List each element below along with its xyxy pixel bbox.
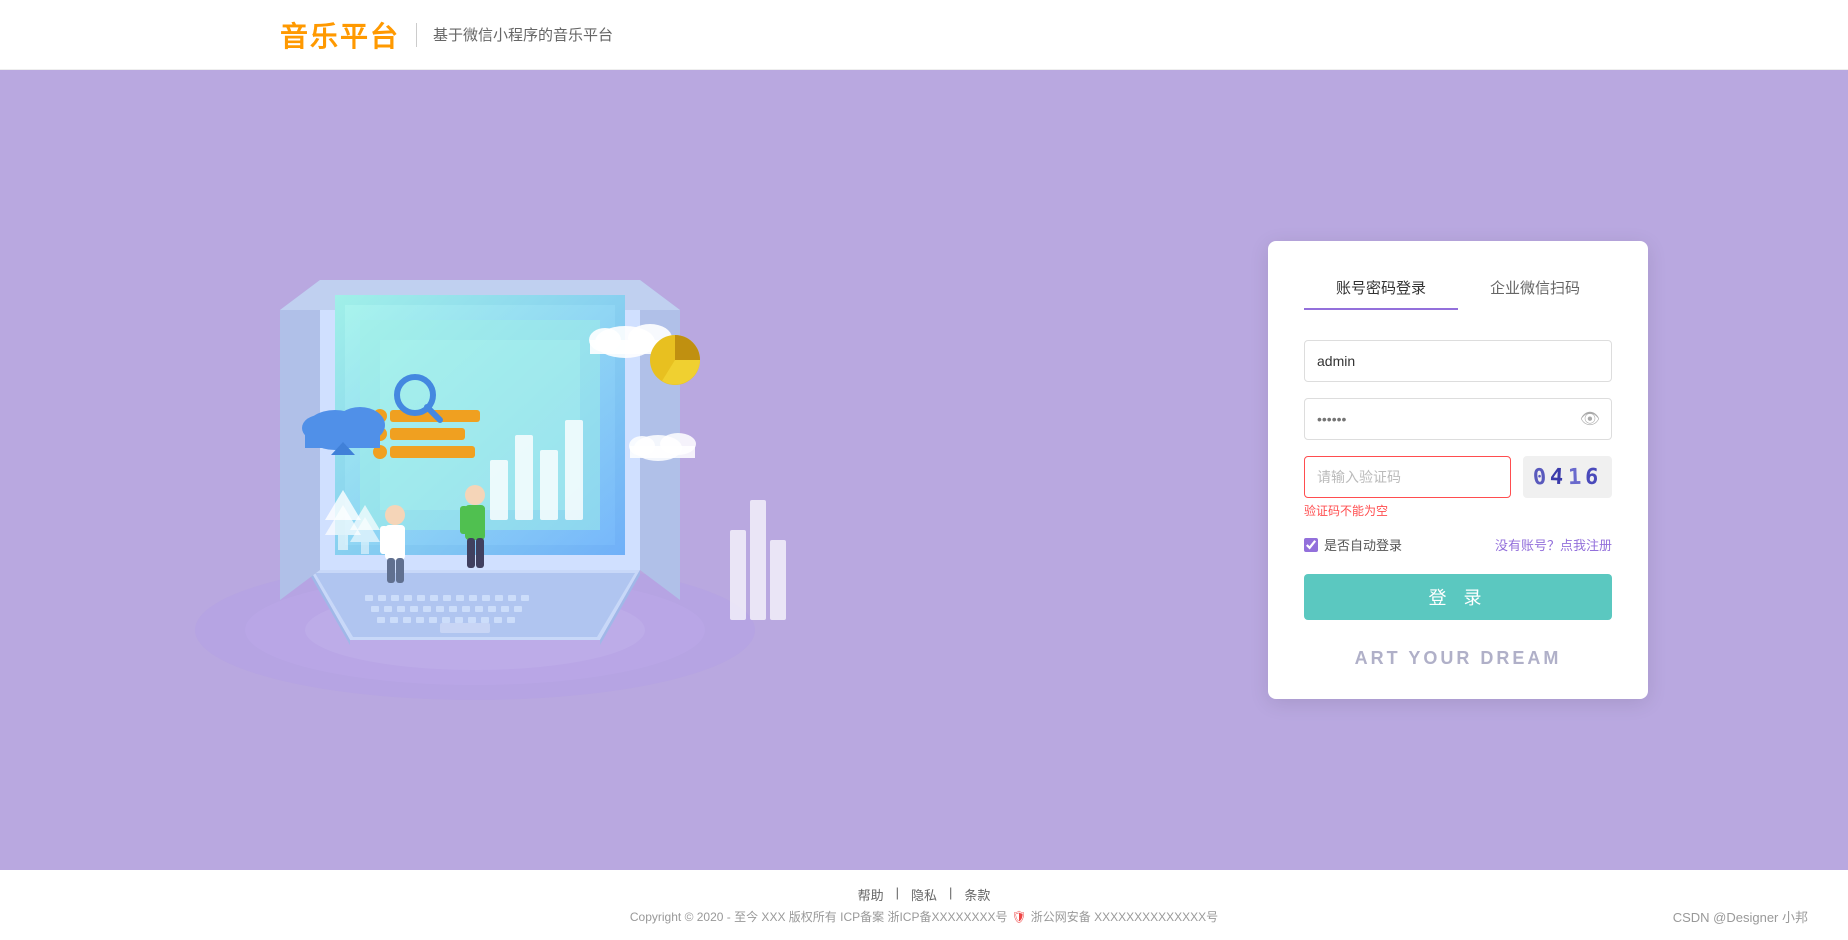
security-text: 浙公网安备 XXXXXXXXXXXXXX号	[1031, 908, 1218, 925]
auto-login-checkbox[interactable]	[1304, 538, 1318, 552]
options-row: 是否自动登录 没有账号？点我注册	[1304, 535, 1612, 554]
captcha-group: 0416 验证码不能为空	[1304, 456, 1612, 519]
footer-privacy[interactable]: 隐私	[911, 885, 937, 904]
tab-wechat[interactable]: 企业微信扫码	[1458, 277, 1612, 310]
footer: 帮助 | 隐私 | 条款 Copyright © 2020 - 至今 XXX 版…	[0, 870, 1848, 940]
security-icon: 🛡	[1012, 910, 1027, 924]
art-dream-text: ART YOUR DREAM	[1304, 648, 1612, 669]
captcha-row: 0416	[1304, 456, 1612, 498]
password-input[interactable]	[1304, 398, 1612, 440]
footer-sep1: |	[896, 885, 899, 904]
username-input[interactable]	[1304, 340, 1612, 382]
main-area: 账号密码登录 企业微信扫码 👁 0416 验证码不能为空	[0, 70, 1848, 870]
illustration	[150, 180, 800, 760]
tab-account[interactable]: 账号密码登录	[1304, 277, 1458, 310]
login-tabs: 账号密码登录 企业微信扫码	[1304, 277, 1612, 310]
footer-designer: CSDN @Designer 小邦	[1673, 907, 1808, 926]
header-divider	[416, 23, 417, 47]
footer-copyright: Copyright © 2020 - 至今 XXX 版权所有 ICP备案 浙IC…	[630, 908, 1218, 925]
footer-help[interactable]: 帮助	[858, 885, 884, 904]
eye-icon[interactable]: 👁	[1580, 409, 1600, 429]
captcha-image[interactable]: 0416	[1523, 456, 1612, 498]
captcha-digits: 0416	[1533, 465, 1602, 490]
footer-links: 帮助 | 隐私 | 条款	[858, 885, 991, 904]
register-link[interactable]: 没有账号？点我注册	[1495, 535, 1612, 554]
captcha-input[interactable]	[1304, 456, 1511, 498]
login-card: 账号密码登录 企业微信扫码 👁 0416 验证码不能为空	[1268, 241, 1648, 699]
password-group: 👁	[1304, 398, 1612, 440]
auto-login-label[interactable]: 是否自动登录	[1304, 535, 1402, 554]
login-button[interactable]: 登 录	[1304, 574, 1612, 620]
footer-sep2: |	[949, 885, 952, 904]
auto-login-text: 是否自动登录	[1324, 535, 1402, 554]
header: 音乐平台 基于微信小程序的音乐平台	[0, 0, 1848, 70]
site-logo: 音乐平台	[280, 15, 400, 55]
footer-terms[interactable]: 条款	[964, 885, 990, 904]
captcha-error: 验证码不能为空	[1304, 502, 1612, 519]
copyright-text: Copyright © 2020 - 至今 XXX 版权所有 ICP备案 浙IC…	[630, 908, 1008, 925]
username-group	[1304, 340, 1612, 382]
header-subtitle: 基于微信小程序的音乐平台	[433, 24, 613, 45]
